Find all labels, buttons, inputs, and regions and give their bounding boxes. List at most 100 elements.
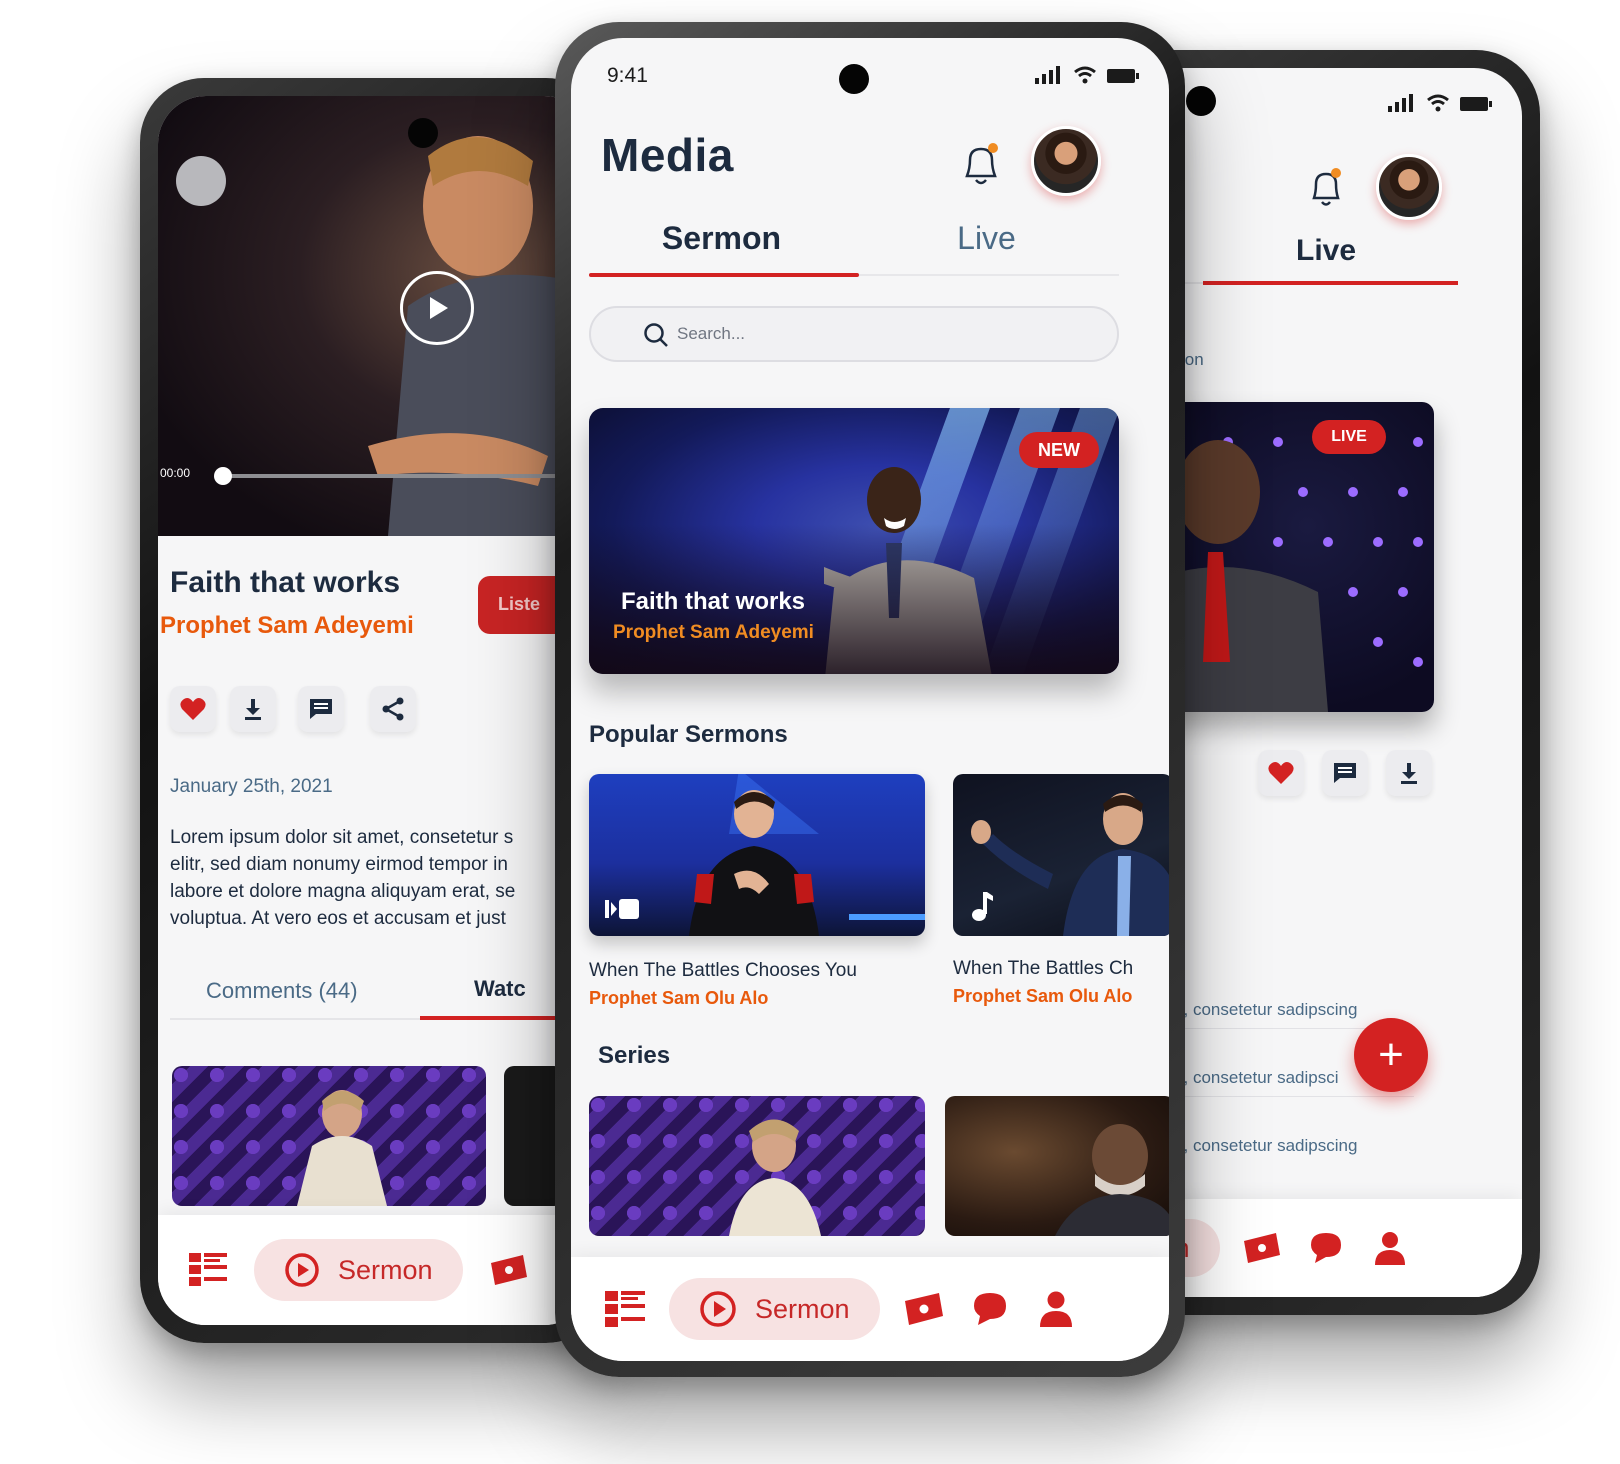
series-card[interactable] bbox=[945, 1096, 1169, 1236]
status-icons bbox=[1388, 94, 1492, 112]
nav-profile[interactable] bbox=[1034, 1287, 1078, 1331]
tab-comments[interactable]: Comments (44) bbox=[206, 978, 358, 1004]
sermon-detail-screen: 00:00 Faith that works Prophet Sam Adeye… bbox=[158, 96, 592, 1325]
player-time: 00:00 bbox=[160, 466, 191, 480]
speaker-figure bbox=[297, 1090, 387, 1206]
nav-chat[interactable] bbox=[1304, 1226, 1348, 1270]
chat-bubble-icon bbox=[1310, 1233, 1341, 1263]
share-icon bbox=[382, 697, 404, 721]
ticket-icon bbox=[904, 1293, 943, 1325]
tab-watch[interactable]: Watc bbox=[474, 976, 526, 1002]
popular-sermon-card[interactable] bbox=[953, 774, 1169, 936]
popular-sermons-title: Popular Sermons bbox=[589, 721, 788, 748]
list-icon bbox=[189, 1253, 227, 1286]
bottom-navigation: Sermon bbox=[158, 1215, 592, 1325]
new-badge: NEW bbox=[1019, 432, 1099, 468]
user-avatar[interactable] bbox=[1031, 126, 1101, 196]
phone-sermon-detail: 00:00 Faith that works Prophet Sam Adeye… bbox=[140, 78, 610, 1343]
list-icon bbox=[605, 1291, 645, 1327]
tab-sermon[interactable]: Sermon bbox=[589, 220, 854, 271]
download-button[interactable] bbox=[1386, 750, 1432, 796]
tab-active-line bbox=[1203, 281, 1458, 285]
nav-chat[interactable] bbox=[968, 1287, 1012, 1331]
preacher-name: Prophet Sam Adeyemi bbox=[160, 612, 414, 639]
nav-sermon[interactable]: Sermon bbox=[254, 1239, 463, 1301]
nav-sermon[interactable]: Sermon bbox=[669, 1278, 880, 1340]
tab-live[interactable]: Live bbox=[1296, 234, 1356, 268]
comment-button[interactable] bbox=[1322, 750, 1368, 796]
ticket-icon bbox=[490, 1255, 527, 1285]
nav-sermon-label: Sermon bbox=[338, 1254, 433, 1285]
ticket-icon bbox=[1243, 1233, 1280, 1263]
seek-bar[interactable] bbox=[214, 467, 592, 485]
user-avatar[interactable] bbox=[1376, 154, 1442, 220]
signal-icon bbox=[1388, 94, 1413, 112]
wifi-icon bbox=[1074, 66, 1096, 84]
bell-icon[interactable] bbox=[959, 140, 1003, 188]
video-player[interactable]: 00:00 bbox=[158, 96, 592, 536]
play-button[interactable] bbox=[400, 271, 474, 345]
popular-sermon-title: When The Battles Chooses You bbox=[589, 960, 857, 981]
front-camera bbox=[1186, 86, 1216, 116]
sermon-date: January 25th, 2021 bbox=[170, 776, 333, 797]
like-button[interactable] bbox=[170, 686, 216, 732]
download-icon bbox=[1401, 763, 1417, 784]
share-button[interactable] bbox=[370, 686, 416, 732]
download-icon bbox=[245, 699, 261, 720]
chat-bubble-icon bbox=[973, 1293, 1006, 1325]
search-bar[interactable] bbox=[589, 306, 1119, 362]
nav-live[interactable] bbox=[902, 1287, 946, 1331]
nav-list[interactable] bbox=[186, 1248, 230, 1292]
media-screen: 9:41 Media Sermon Live Search... NEW Fai… bbox=[571, 38, 1169, 1361]
popular-sermon-preacher: Prophet Sam Olu Alo bbox=[589, 988, 769, 1008]
seek-handle[interactable] bbox=[214, 467, 232, 485]
nav-list[interactable] bbox=[603, 1287, 647, 1331]
player-dot[interactable] bbox=[176, 156, 226, 206]
related-video-thumbnail[interactable] bbox=[172, 1066, 486, 1206]
battery-icon bbox=[1107, 69, 1139, 83]
featured-sermon-card[interactable]: NEW Faith that works Prophet Sam Adeyemi bbox=[589, 408, 1119, 674]
series-card[interactable] bbox=[589, 1096, 925, 1236]
heart-icon bbox=[1268, 762, 1294, 784]
status-icons bbox=[1035, 66, 1139, 84]
nav-profile[interactable] bbox=[1368, 1226, 1412, 1270]
series-title: Series bbox=[598, 1042, 671, 1069]
person-icon bbox=[1039, 1291, 1072, 1327]
page-title: Media bbox=[601, 129, 734, 181]
status-time: 9:41 bbox=[607, 64, 648, 87]
featured-title: Faith that works bbox=[621, 588, 806, 615]
nav-live[interactable] bbox=[1240, 1226, 1284, 1270]
comment-icon bbox=[1334, 763, 1356, 783]
wifi-icon bbox=[1427, 94, 1449, 112]
speaker-figure bbox=[1055, 1124, 1169, 1236]
popular-sermon-card[interactable] bbox=[589, 774, 925, 936]
search-input[interactable] bbox=[677, 324, 977, 344]
download-button[interactable] bbox=[230, 686, 276, 732]
front-camera bbox=[839, 64, 869, 94]
sermon-title: Faith that works bbox=[170, 566, 401, 599]
battery-icon bbox=[1460, 97, 1492, 111]
phone-media: 9:41 Media Sermon Live Search... NEW Fai… bbox=[555, 22, 1185, 1377]
play-circle-icon bbox=[700, 1291, 736, 1327]
video-icon bbox=[605, 899, 639, 919]
tab-live[interactable]: Live bbox=[854, 220, 1119, 271]
popular-sermon-title: When The Battles Ch bbox=[953, 958, 1134, 979]
person-icon bbox=[1374, 1232, 1405, 1265]
music-note-icon bbox=[972, 892, 993, 921]
play-icon bbox=[430, 297, 448, 319]
like-button[interactable] bbox=[1258, 750, 1304, 796]
bottom-navigation: Sermon bbox=[571, 1257, 1169, 1361]
speaker-figure bbox=[729, 1119, 821, 1236]
nav-sermon-label: Sermon bbox=[755, 1293, 850, 1324]
heart-icon bbox=[180, 698, 206, 720]
comment-icon bbox=[310, 699, 332, 719]
featured-preacher: Prophet Sam Adeyemi bbox=[613, 622, 814, 643]
nav-live[interactable] bbox=[487, 1248, 531, 1292]
add-comment-button[interactable]: + bbox=[1354, 1018, 1428, 1092]
bell-icon[interactable] bbox=[1306, 166, 1346, 210]
popular-sermon-preacher: Prophet Sam Olu Alo bbox=[953, 986, 1133, 1006]
tab-active-line bbox=[589, 273, 859, 277]
comment-button[interactable] bbox=[298, 686, 344, 732]
live-badge: LIVE bbox=[1312, 420, 1386, 454]
media-tabs: Sermon Live bbox=[589, 220, 1119, 271]
